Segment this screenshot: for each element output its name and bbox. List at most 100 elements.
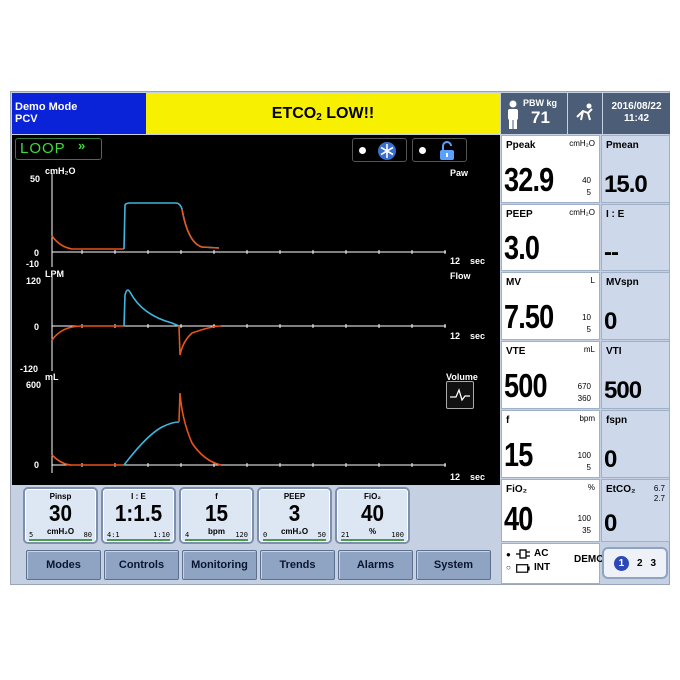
pinsp-control[interactable]: Pinsp 30 cmH₂O 5 80 <box>23 487 98 544</box>
etco2-value: 0 <box>604 510 617 537</box>
fio2-max: 100 <box>391 531 404 539</box>
page-1-button[interactable]: 1 <box>613 555 629 571</box>
flow-exp-trace <box>178 325 222 356</box>
volume-y-zero: 0 <box>34 460 40 470</box>
ppeak-low-limit: 5 <box>586 188 591 197</box>
paw-unit: cmH₂O <box>45 166 76 176</box>
etco2-low-limit: 2.7 <box>653 494 665 503</box>
f-min: 4 <box>185 531 190 539</box>
patient-lying-icon <box>576 103 593 121</box>
fio2-label: FiO₂ <box>506 484 528 495</box>
pinsp-range-bar <box>29 539 92 541</box>
ie-control[interactable]: I : E 1:1.5 4:1 1:10 <box>101 487 176 544</box>
paw-insp-trace <box>123 202 220 250</box>
demo-label: DEMO <box>574 554 604 565</box>
ac-label: AC <box>534 548 549 559</box>
volume-unit: mL <box>45 372 59 382</box>
mvspn-value: 0 <box>604 308 617 335</box>
fio2-panel[interactable]: FiO₂ % 40 100 35 <box>501 479 600 542</box>
vte-low-limit: 360 <box>577 394 591 403</box>
fio2-control[interactable]: FiO₂ 40 % 21 100 <box>335 487 410 544</box>
peep-min: 0 <box>263 531 268 539</box>
f-range-bar <box>185 539 248 541</box>
ppeak-panel[interactable]: Ppeak cmH₂O 32.9 40 5 <box>501 135 600 203</box>
ie-panel[interactable]: I : E -- <box>601 204 670 271</box>
f-label: f <box>506 415 510 426</box>
vte-panel[interactable]: VTE mL 500 670 360 <box>501 341 600 409</box>
fspn-label: fspn <box>606 415 628 426</box>
mvspn-label: MVspn <box>606 277 639 288</box>
peep-unit: cmH₂O <box>569 208 595 217</box>
date: 2016/08/22 <box>611 101 662 112</box>
ie-min: 4:1 <box>107 531 120 539</box>
patient-icon <box>508 100 518 129</box>
submode-label: PCV <box>15 113 38 125</box>
ie-max: 1:10 <box>153 531 170 539</box>
paw-exp-trace <box>181 208 220 249</box>
waveform-icon <box>450 388 470 402</box>
peep-setting-value: 3 <box>288 500 301 526</box>
menu-system[interactable]: System <box>416 550 491 580</box>
fio2-unit: % <box>587 483 595 492</box>
mvspn-panel[interactable]: MVspn 0 <box>601 272 670 340</box>
mode-indicator[interactable]: Demo Mode PCV <box>12 93 146 134</box>
patient-setup-button[interactable] <box>568 93 602 134</box>
pmean-panel[interactable]: Pmean 15.0 <box>601 135 670 203</box>
flow-name: Flow <box>450 271 471 281</box>
menu-trends[interactable]: Trends <box>260 550 335 580</box>
ventilator-screen: Demo Mode PCV ETCO2 LOW!! PBW kg 71 2016… <box>10 91 670 585</box>
page-selector[interactable]: 1 2 3 <box>602 547 668 579</box>
f-panel[interactable]: f bpm 15 100 5 <box>501 410 600 478</box>
volume-exp-trace-start <box>51 454 124 466</box>
page-2-button[interactable]: 2 <box>637 558 643 569</box>
peep-control[interactable]: PEEP 3 cmH₂O 0 50 <box>257 487 332 544</box>
mode-label: Demo Mode <box>15 101 78 113</box>
f-control[interactable]: f 15 bpm 4 120 <box>179 487 254 544</box>
alarm-text: ETCO2 LOW!! <box>271 104 375 123</box>
mv-panel[interactable]: MV L 7.50 10 5 <box>501 272 600 340</box>
menu-controls[interactable]: Controls <box>104 550 179 580</box>
volume-x-end: 12 <box>450 472 461 482</box>
menu-alarms[interactable]: Alarms <box>338 550 413 580</box>
pinsp-max: 80 <box>83 531 92 539</box>
etco2-label: EtCO₂ <box>606 484 636 495</box>
power-status: ● AC ○ INT DEMO <box>501 543 604 584</box>
int-label: INT <box>534 562 551 573</box>
waveform-select-button[interactable] <box>446 381 474 409</box>
alarm-banner[interactable]: ETCO2 LOW!! <box>146 93 500 134</box>
ie-setting-value: 1:1.5 <box>114 500 163 526</box>
vte-value: 500 <box>504 367 548 404</box>
fspn-panel[interactable]: fspn 0 <box>601 410 670 478</box>
paw-x-unit: sec <box>470 256 486 266</box>
paw-y-bottom: -10 <box>26 259 40 269</box>
plug-icon <box>516 549 530 559</box>
ie-value: -- <box>604 239 619 266</box>
flow-x-end: 12 <box>450 331 461 341</box>
pbw-panel[interactable]: PBW kg 71 <box>501 93 567 134</box>
menu-monitoring[interactable]: Monitoring <box>182 550 257 580</box>
fio2-min: 21 <box>341 531 350 539</box>
fio2-setting-value: 40 <box>360 500 385 526</box>
menu-modes[interactable]: Modes <box>26 550 101 580</box>
peep-panel[interactable]: PEEP cmH₂O 3.0 <box>501 204 600 271</box>
pbw-label: PBW kg <box>523 98 558 108</box>
ie-range-bar <box>107 539 170 541</box>
peep-label: PEEP <box>506 209 533 220</box>
fspn-value: 0 <box>604 446 617 473</box>
f-setting-value: 15 <box>204 500 229 526</box>
f-value: 15 <box>504 436 533 473</box>
flow-y-top: 120 <box>26 276 42 286</box>
page-3-button[interactable]: 3 <box>651 558 657 569</box>
datetime-panel: 2016/08/22 11:42 <box>603 93 670 134</box>
paw-exp-trace-start <box>51 235 124 250</box>
ac-indicator-dot: ● <box>506 550 511 559</box>
pbw-value: 71 <box>531 108 550 127</box>
volume-exp-trace <box>178 392 222 466</box>
battery-icon <box>516 564 530 573</box>
pmean-label: Pmean <box>606 140 639 151</box>
mv-unit: L <box>590 276 595 285</box>
paw-y-zero: 0 <box>34 248 40 258</box>
vti-panel[interactable]: VTI 500 <box>601 341 670 409</box>
etco2-panel[interactable]: EtCO₂ 6.7 2.7 0 <box>601 479 670 542</box>
vti-label: VTI <box>606 346 622 357</box>
